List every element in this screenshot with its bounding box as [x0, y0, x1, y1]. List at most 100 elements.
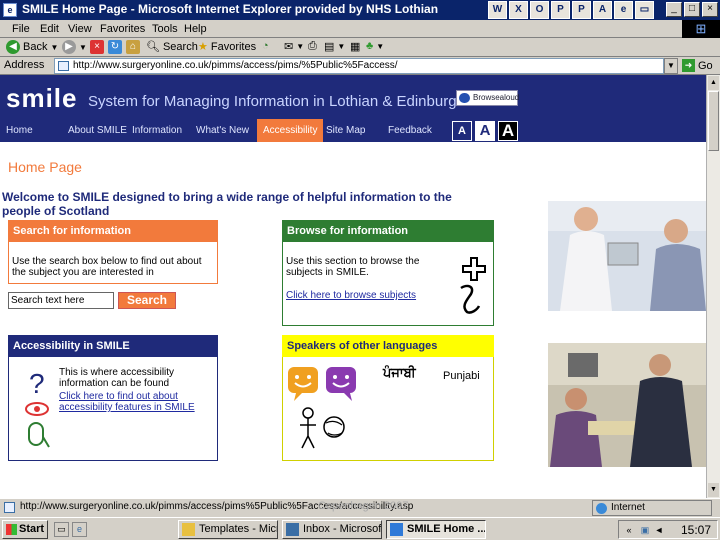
tray-volume-icon[interactable]: ◄	[653, 524, 665, 536]
print-button[interactable]: ⎙	[308, 40, 317, 53]
menu-favorites[interactable]: Favorites	[100, 23, 145, 35]
browse-panel-text: Use this section to browse the subjects …	[286, 256, 420, 278]
windows-flag-icon	[6, 524, 17, 535]
nav-home[interactable]: Home	[0, 119, 39, 142]
go-button[interactable]: ➜ Go	[682, 59, 713, 72]
edit-dropdown-icon[interactable]: ▼	[337, 42, 345, 51]
internet-globe-icon	[596, 503, 607, 514]
taskbar-item-templates[interactable]: Templates - Micr...	[178, 520, 278, 539]
folder-icon	[182, 523, 195, 536]
history-icon: ◔	[262, 40, 269, 52]
browse-subjects-link[interactable]: Click here to browse subjects	[286, 290, 436, 301]
browse-symbol-icon	[460, 257, 486, 314]
taskbar-item-inbox[interactable]: Inbox - Microsof...	[282, 520, 382, 539]
window-title-bar[interactable]: e SMILE Home Page - Microsoft Internet E…	[0, 0, 720, 20]
system-tray: « ▣ ◄ 15:07	[618, 520, 718, 539]
search-panel-text: Use the search box below to find out abo…	[12, 256, 202, 278]
publisher-icon[interactable]: P	[551, 1, 570, 19]
taskbar-item-smile[interactable]: SMILE Home ...	[386, 520, 486, 539]
scroll-up-icon[interactable]: ▲	[708, 76, 719, 90]
minimize-button[interactable]: _	[666, 2, 682, 17]
standard-toolbar: ◀ Back ▼ ▶ ▼ × ↻ ⌂ 🔍︎ Search ★ Favorites…	[0, 38, 720, 57]
accessibility-features-link[interactable]: Click here to find out about accessibili…	[59, 391, 199, 413]
address-dropdown-icon[interactable]: ▼	[664, 58, 678, 74]
messenger-icon: ♣	[366, 40, 374, 52]
nav-site-map[interactable]: Site Map	[320, 119, 371, 142]
ie-app-icon[interactable]: e	[3, 3, 17, 17]
back-label: Back	[23, 41, 48, 53]
messenger-button[interactable]: ♣ ▼	[366, 40, 384, 52]
text-size-large-button[interactable]: A	[498, 121, 518, 141]
excel-icon[interactable]: X	[509, 1, 528, 19]
menu-edit[interactable]: Edit	[40, 23, 59, 35]
explorer-icon[interactable]: ▭	[635, 1, 654, 19]
address-input[interactable]: http://www.surgeryonline.co.uk/pimms/acc…	[54, 58, 664, 74]
text-size-small-button[interactable]: A	[452, 121, 472, 141]
back-arrow-icon: ◀	[6, 40, 20, 54]
forward-arrow-icon: ▶	[62, 40, 76, 54]
word-icon[interactable]: W	[488, 1, 507, 19]
search-input[interactable]	[8, 292, 114, 309]
back-dropdown-icon[interactable]: ▼	[50, 43, 58, 52]
back-button[interactable]: ◀ Back ▼	[6, 40, 58, 54]
site-tagline: System for Managing Information in Lothi…	[88, 93, 465, 110]
tray-network-icon[interactable]: ▣	[639, 524, 651, 536]
punjabi-language-label[interactable]: Punjabi	[443, 371, 480, 382]
logo-text: smile	[6, 83, 78, 113]
refresh-button[interactable]: ↻	[108, 40, 122, 54]
edit-button[interactable]: ▤ ▼	[324, 40, 345, 53]
quicklaunch-ie-icon[interactable]: e	[72, 522, 87, 537]
page-viewport[interactable]: smile System for Managing Information in…	[0, 75, 706, 498]
address-url: http://www.surgeryonline.co.uk/pimms/acc…	[73, 60, 398, 71]
nav-feedback[interactable]: Feedback	[382, 119, 438, 142]
text-size-medium-button[interactable]: A	[475, 121, 495, 141]
tray-arrow-icon[interactable]: «	[623, 524, 635, 536]
start-button[interactable]: Start	[2, 520, 48, 539]
languages-icons	[288, 367, 356, 449]
history-button[interactable]: ◔	[262, 40, 269, 52]
punjabi-script-text[interactable]: ਪੰਜਾਬੀ	[383, 366, 416, 379]
page-icon	[58, 61, 69, 71]
favorites-button[interactable]: ★ Favorites	[198, 40, 256, 54]
nav-accessibility[interactable]: Accessibility	[257, 119, 323, 142]
nav-whats-new[interactable]: What's New	[190, 119, 255, 142]
outlook-icon[interactable]: O	[530, 1, 549, 19]
tray-clock[interactable]: 15:07	[681, 523, 711, 537]
home-button[interactable]: ⌂	[126, 40, 140, 54]
eye-icon	[25, 402, 49, 416]
forward-dropdown-icon[interactable]: ▼	[79, 43, 87, 52]
speech-bubble-purple-icon	[326, 367, 356, 401]
access-icon[interactable]: A	[593, 1, 612, 19]
quicklaunch-desktop-icon[interactable]: ▭	[54, 522, 69, 537]
menu-view[interactable]: View	[68, 23, 92, 35]
close-button[interactable]: ×	[702, 2, 718, 17]
stop-button[interactable]: ×	[90, 40, 104, 54]
nav-information[interactable]: Information	[126, 119, 188, 142]
printer-icon: ⎙	[308, 40, 317, 52]
menu-help[interactable]: Help	[184, 23, 207, 35]
vertical-scrollbar[interactable]: ▲ ▼	[706, 75, 720, 498]
ie-shortcut-icon[interactable]: e	[614, 1, 633, 19]
forward-button[interactable]: ▶ ▼	[62, 40, 87, 54]
maximize-button[interactable]: □	[684, 2, 700, 17]
mail-dropdown-icon[interactable]: ▼	[296, 42, 304, 51]
powerpoint-icon[interactable]: P	[572, 1, 591, 19]
nav-about[interactable]: About SMILE	[62, 119, 133, 142]
person-icon	[300, 407, 316, 449]
scroll-thumb[interactable]	[708, 91, 719, 151]
discuss-button[interactable]: ▦	[350, 40, 360, 53]
task-label: Inbox - Microsof...	[303, 523, 382, 535]
messenger-dropdown-icon[interactable]: ▼	[376, 42, 384, 51]
menu-tools[interactable]: Tools	[152, 23, 178, 35]
smile-logo[interactable]: smile	[6, 83, 78, 114]
inbox-icon	[286, 523, 299, 536]
menu-file[interactable]: File	[12, 23, 30, 35]
mail-button[interactable]: ✉ ▼	[284, 40, 304, 53]
search-toolbar-button[interactable]: 🔍︎ Search	[146, 40, 198, 54]
scroll-down-icon[interactable]: ▼	[708, 483, 719, 497]
search-button[interactable]: Search	[118, 292, 176, 309]
browsealoud-button[interactable]: Browsealoud	[456, 90, 519, 106]
search-panel-heading: Search for information	[8, 220, 218, 242]
nurse-patient-photo	[548, 201, 706, 311]
speaker-icon	[459, 93, 470, 103]
